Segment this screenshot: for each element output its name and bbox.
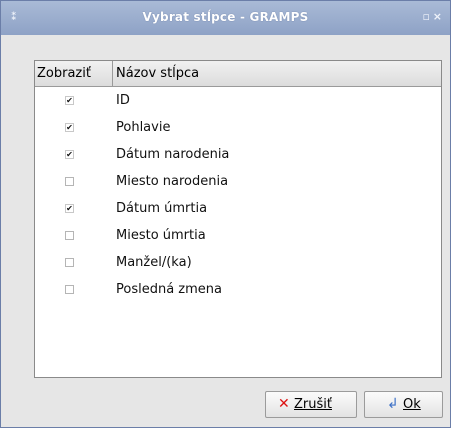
- column-name: Manžel/(ka): [116, 255, 192, 270]
- table-row[interactable]: Pohlavie: [35, 115, 441, 142]
- dialog-window: ⁑ Vybrat stĺpce - GRAMPS ▫ × Zobraziť Ná…: [0, 0, 451, 428]
- ok-arrow-icon: ↲: [387, 396, 399, 412]
- show-checkbox[interactable]: [65, 150, 74, 159]
- cancel-button[interactable]: ✕ Zrušiť: [265, 391, 357, 418]
- cancel-x-icon: ✕: [278, 396, 290, 412]
- cancel-label: Zrušiť: [294, 397, 332, 412]
- table-row[interactable]: Posledná zmena: [35, 277, 441, 304]
- show-checkbox[interactable]: [65, 231, 74, 240]
- column-name: Dátum narodenia: [116, 147, 230, 162]
- header-column-name[interactable]: Názov stĺpca: [113, 61, 441, 86]
- show-checkbox[interactable]: [65, 204, 74, 213]
- show-checkbox[interactable]: [65, 258, 74, 267]
- column-name: Posledná zmena: [116, 282, 222, 297]
- title-bar[interactable]: ⁑ Vybrat stĺpce - GRAMPS ▫ ×: [1, 1, 450, 35]
- show-checkbox[interactable]: [65, 96, 74, 105]
- table-row[interactable]: ID: [35, 88, 441, 115]
- column-name: Pohlavie: [116, 120, 171, 135]
- column-name: ID: [116, 93, 130, 108]
- column-name: Miesto narodenia: [116, 174, 229, 189]
- columns-table: Zobraziť Názov stĺpca ID Pohlavie Dátum …: [34, 60, 442, 378]
- restore-icon[interactable]: ▫: [423, 10, 430, 23]
- table-row[interactable]: Dátum úmrtia: [35, 196, 441, 223]
- show-checkbox[interactable]: [65, 123, 74, 132]
- table-row[interactable]: Miesto úmrtia: [35, 223, 441, 250]
- column-name: Dátum úmrtia: [116, 201, 208, 216]
- show-checkbox[interactable]: [65, 177, 74, 186]
- close-icon[interactable]: ×: [433, 10, 442, 23]
- ok-button[interactable]: ↲ Ok: [364, 391, 443, 418]
- table-row[interactable]: Dátum narodenia: [35, 142, 441, 169]
- ok-label: Ok: [403, 397, 421, 412]
- column-name: Miesto úmrtia: [116, 228, 206, 243]
- header-show[interactable]: Zobraziť: [35, 61, 113, 86]
- table-header: Zobraziť Názov stĺpca: [35, 61, 441, 87]
- table-row[interactable]: Manžel/(ka): [35, 250, 441, 277]
- show-checkbox[interactable]: [65, 285, 74, 294]
- window-title: Vybrat stĺpce - GRAMPS: [142, 10, 309, 24]
- table-row[interactable]: Miesto narodenia: [35, 169, 441, 196]
